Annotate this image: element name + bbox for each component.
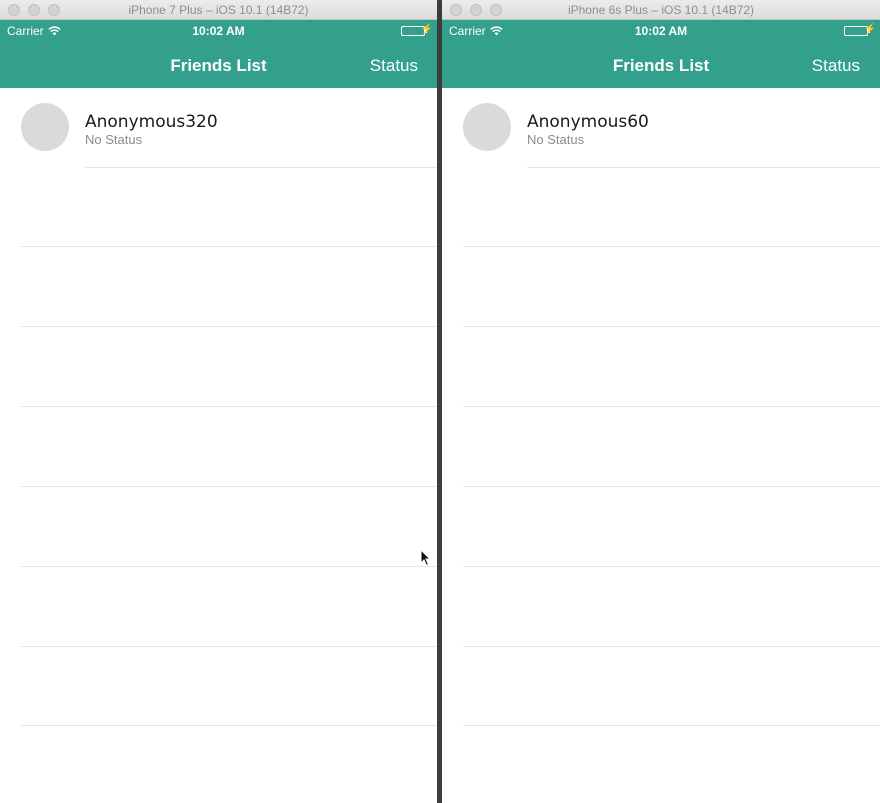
empty-row-separator	[463, 406, 880, 407]
avatar	[21, 103, 69, 151]
empty-row-separator	[21, 486, 437, 487]
friend-status: No Status	[527, 132, 585, 147]
status-bar: Carrier 10:02 AM ⚡	[442, 20, 880, 40]
navigation-header: Carrier 10:02 AM ⚡ Friends List Status	[0, 20, 437, 88]
charging-bolt-icon: ⚡	[420, 24, 433, 35]
row-separator	[85, 167, 437, 168]
friend-status: No Status	[85, 132, 143, 147]
window-title: iPhone 7 Plus – iOS 10.1 (14B72)	[128, 3, 309, 17]
status-bar-time: 10:02 AM	[634, 24, 688, 38]
empty-row-separator	[463, 326, 880, 327]
simulator-window-iphone-6s-plus: iPhone 6s Plus – iOS 10.1 (14B72) Carrie…	[442, 0, 880, 803]
window-title: iPhone 6s Plus – iOS 10.1 (14B72)	[567, 3, 755, 17]
empty-row-separator	[21, 725, 437, 726]
empty-row-separator	[21, 326, 437, 327]
friend-row[interactable]: Anonymous60 No Status	[442, 88, 880, 168]
friend-row[interactable]: Anonymous320 No Status	[0, 88, 437, 168]
empty-row-separator	[463, 486, 880, 487]
empty-row-separator	[21, 406, 437, 407]
empty-row-separator	[463, 566, 880, 567]
window-titlebar[interactable]: iPhone 7 Plus – iOS 10.1 (14B72)	[0, 0, 437, 20]
mouse-cursor-icon	[420, 549, 432, 567]
empty-row-separator	[21, 646, 437, 647]
phone-screen: Carrier 10:02 AM ⚡ Friends List Status A…	[0, 20, 437, 803]
status-bar: Carrier 10:02 AM ⚡	[0, 20, 437, 40]
empty-row-separator	[463, 725, 880, 726]
row-separator	[527, 167, 880, 168]
empty-row-separator	[21, 566, 437, 567]
status-button[interactable]: Status	[370, 56, 418, 76]
charging-bolt-icon: ⚡	[863, 24, 876, 35]
simulator-window-iphone-7-plus: iPhone 7 Plus – iOS 10.1 (14B72) Carrier…	[0, 0, 437, 803]
empty-row-separator	[463, 246, 880, 247]
empty-row-separator	[21, 246, 437, 247]
friend-name: Anonymous320	[85, 112, 218, 132]
navigation-header: Carrier 10:02 AM ⚡ Friends List Status	[442, 20, 880, 88]
phone-screen: Carrier 10:02 AM ⚡ Friends List Status A…	[442, 20, 880, 803]
status-button[interactable]: Status	[812, 56, 860, 76]
empty-row-separator	[463, 646, 880, 647]
friend-name: Anonymous60	[527, 112, 649, 132]
window-titlebar[interactable]: iPhone 6s Plus – iOS 10.1 (14B72)	[442, 0, 880, 20]
avatar	[463, 103, 511, 151]
status-bar-time: 10:02 AM	[192, 24, 245, 38]
